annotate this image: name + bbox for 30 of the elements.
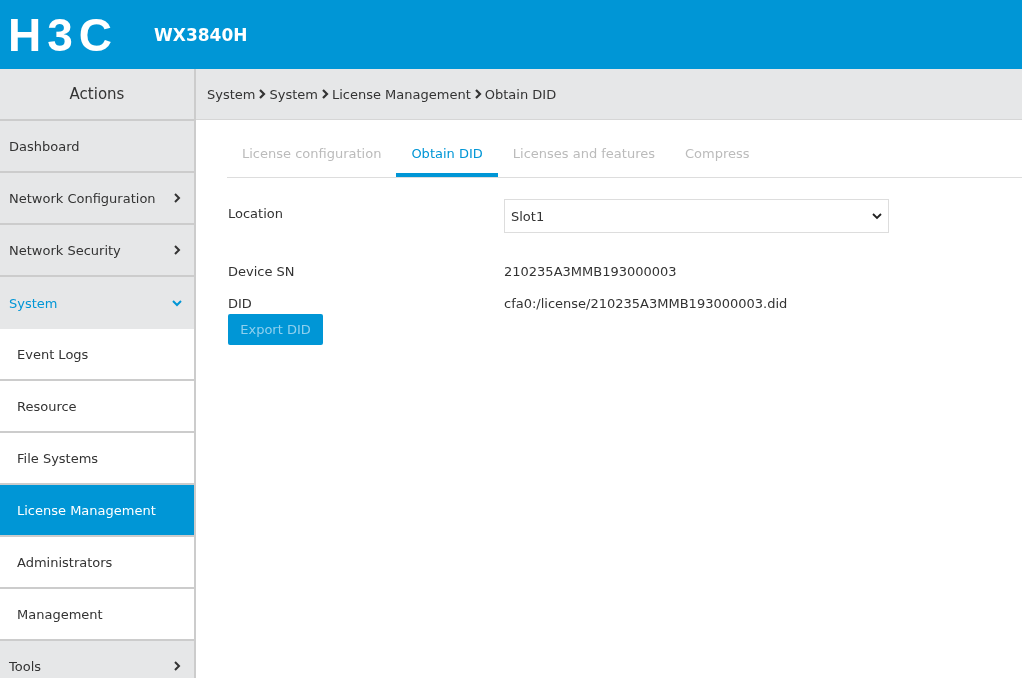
breadcrumb-item[interactable]: System (207, 86, 256, 102)
field-label: DID (228, 296, 253, 311)
chevron-icon (473, 89, 482, 99)
menu-item[interactable]: Dashboard (0, 121, 194, 173)
submenu-item[interactable]: File Systems (0, 433, 194, 485)
dropdown-caret-icon (872, 212, 882, 220)
device-model: WX3840H (154, 24, 248, 45)
submenu-item[interactable]: Event Logs (0, 329, 194, 381)
chevron-icon (320, 89, 329, 99)
chevron-icon (172, 661, 182, 671)
breadcrumb-item[interactable]: License Management (331, 86, 471, 102)
chevron-icon (258, 89, 267, 99)
chevron-icon (172, 298, 182, 308)
breadcrumb-item[interactable]: Obtain DID (484, 86, 557, 102)
field-label: Device SN (228, 264, 296, 279)
menu-item[interactable]: Tools (0, 641, 194, 678)
menu-item[interactable]: Network Security (0, 225, 194, 277)
submenu-item[interactable]: Resource (0, 381, 194, 433)
location-select[interactable]: Slot1 (504, 199, 889, 233)
menu-item[interactable]: Network Configuration (0, 173, 194, 225)
chevron-icon (172, 193, 182, 203)
chevron-icon (172, 245, 182, 255)
sidebar-title: Actions (0, 69, 194, 121)
logo: H3C (8, 11, 119, 58)
field-label: Location (228, 206, 284, 221)
submenu-item[interactable]: Management (0, 589, 194, 641)
submenu-item[interactable]: Administrators (0, 537, 194, 589)
breadcrumb-item[interactable]: System (269, 86, 318, 102)
field-value: 210235A3MMB193000003 (504, 264, 677, 279)
field-value: cfa0:/license/210235A3MMB193000003.did (504, 296, 788, 311)
